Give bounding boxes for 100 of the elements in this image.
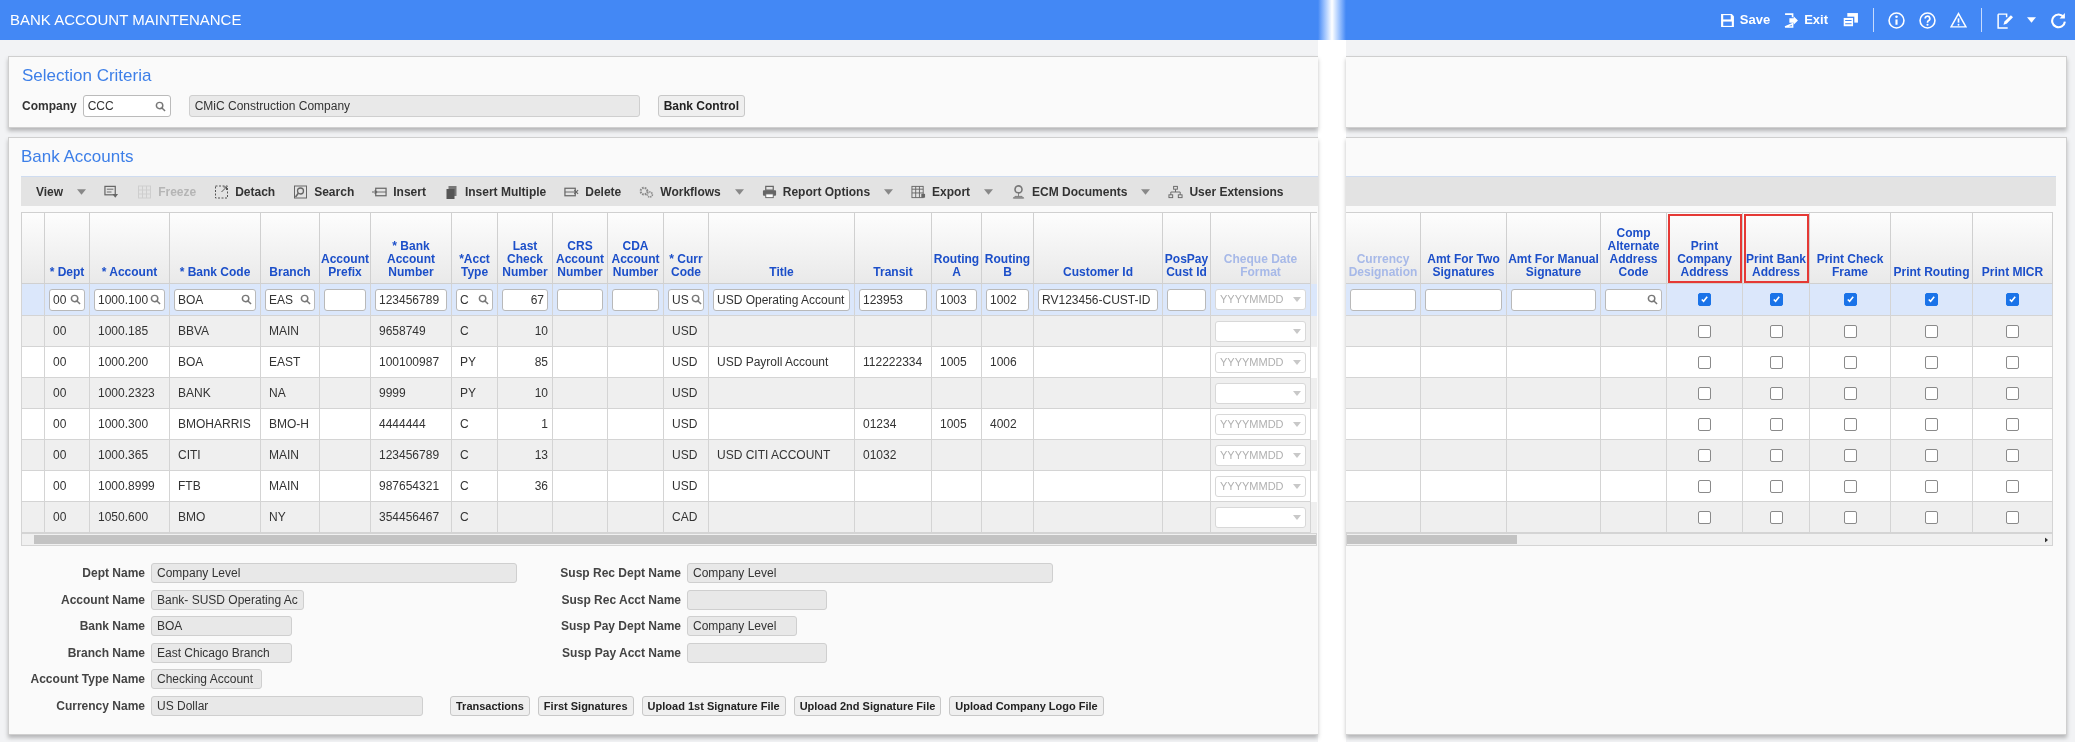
checkbox[interactable] [2006,479,2019,493]
checkbox[interactable] [1698,386,1711,400]
checkbox[interactable] [1698,448,1711,462]
toolbar-button[interactable]: Delete [557,178,629,205]
toolbar-button[interactable]: Detach [207,178,283,205]
toolbar-button[interactable] [1919,11,1936,29]
checkbox[interactable] [1843,386,1857,400]
lookup-field[interactable]: 1000.100 [94,288,165,311]
input-field[interactable] [324,288,366,311]
toolbar-button[interactable]: View [29,178,94,205]
checkbox[interactable] [1843,479,1857,493]
checkbox[interactable] [1843,417,1857,431]
checkbox[interactable] [1843,510,1857,524]
lookup-field[interactable]: BOA [174,288,256,311]
column-header[interactable]: Print Company Address [1667,213,1743,284]
input-field[interactable]: 123456789 [375,288,447,311]
form-button[interactable]: Transactions [450,695,530,716]
checkbox[interactable] [1843,293,1857,306]
checkbox[interactable] [1843,448,1857,462]
company-field[interactable]: CCC [82,95,171,117]
input-field[interactable] [1167,288,1206,311]
checkbox[interactable] [1769,479,1783,493]
checkbox[interactable] [1698,324,1711,338]
toolbar-button[interactable]: Insert Multiple [436,178,554,205]
checkbox[interactable] [2006,324,2019,338]
form-button[interactable]: Upload Company Logo File [949,695,1104,716]
dropdown-field[interactable] [1215,506,1306,528]
input-field[interactable]: 1002 [986,288,1029,311]
checkbox[interactable] [1925,510,1938,524]
checkbox[interactable] [1925,448,1938,462]
header-button[interactable]: Save [1719,10,1771,30]
checkbox[interactable] [1925,479,1938,493]
column-header[interactable]: Print Bank Address [1743,213,1810,284]
checkbox[interactable] [1925,355,1938,369]
checkbox[interactable] [1925,293,1938,306]
form-button[interactable]: Upload 2nd Signature File [793,695,942,716]
toolbar-button[interactable]: Search [286,178,362,205]
input-field[interactable]: 67 [502,288,548,311]
checkbox[interactable] [2006,417,2019,431]
checkbox[interactable] [1769,417,1783,431]
checkbox[interactable] [1698,417,1711,431]
input-field[interactable] [1350,288,1416,311]
checkbox[interactable] [2006,355,2019,369]
input-field[interactable] [557,288,603,311]
input-field[interactable]: USD Operating Account [713,288,850,311]
toolbar-button[interactable]: Workflows [632,178,751,205]
checkbox[interactable] [2006,293,2019,306]
input-field[interactable]: 123953 [859,288,927,311]
input-field[interactable] [1511,288,1596,311]
checkbox[interactable] [2006,448,2019,462]
toolbar-button[interactable] [2050,11,2067,29]
toolbar-button[interactable] [1888,11,1905,29]
input-field[interactable] [1425,288,1502,311]
toolbar-button[interactable]: ECM Documents [1004,178,1158,205]
caret-icon [1293,390,1301,396]
input-field[interactable]: RV123456-CUST-ID [1038,288,1158,311]
scrollbar[interactable] [21,533,1317,546]
checkbox[interactable] [1769,510,1783,524]
toolbar-button[interactable] [2027,17,2036,23]
toolbar-button[interactable] [1950,11,1967,29]
checkbox[interactable] [1769,324,1783,338]
toolbar-button[interactable]: Export [904,178,1001,205]
checkbox[interactable] [1925,417,1938,431]
lookup-field[interactable] [1605,288,1662,311]
checkbox[interactable] [1698,293,1711,306]
lookup-field[interactable]: EAS [265,288,315,311]
toolbar-button[interactable] [1996,11,2013,29]
input-field[interactable]: 1003 [936,288,977,311]
form-button[interactable]: First Signatures [537,695,634,716]
toolbar-button[interactable]: Insert [365,178,433,205]
lookup-field[interactable]: US [668,288,704,311]
checkbox[interactable] [1698,355,1711,369]
checkbox[interactable] [1925,386,1938,400]
bank-control-button[interactable]: Bank Control [657,95,746,117]
checkbox[interactable] [1769,448,1783,462]
dropdown-field[interactable] [1215,320,1306,342]
checkbox[interactable] [2006,386,2019,400]
checkbox[interactable] [1698,479,1711,493]
caret-icon [1293,359,1301,365]
checkbox[interactable] [1843,324,1857,338]
lookup-field[interactable]: 00 [49,288,85,311]
checkbox[interactable] [1769,355,1783,369]
check-icon [1700,295,1709,304]
toolbar-button[interactable]: Report Options [754,178,901,205]
checkbox[interactable] [1925,324,1938,338]
checkbox[interactable] [1769,386,1783,400]
lookup-field[interactable]: C [456,288,493,311]
checkbox[interactable] [2006,510,2019,524]
readonly-field: BOA [151,616,292,637]
header-button[interactable]: Exit [1784,10,1828,30]
checkbox[interactable] [1769,293,1783,306]
checkbox[interactable] [1698,510,1711,524]
gears-icon [639,184,655,199]
dropdown-field[interactable] [1215,382,1306,404]
toolbar-button[interactable]: User Extensions [1161,178,1291,205]
scrollbar[interactable] [1346,533,2053,546]
toolbar-button[interactable] [1842,11,1859,29]
checkbox[interactable] [1843,355,1857,369]
input-field[interactable] [612,288,659,311]
form-button[interactable]: Upload 1st Signature File [641,695,786,716]
